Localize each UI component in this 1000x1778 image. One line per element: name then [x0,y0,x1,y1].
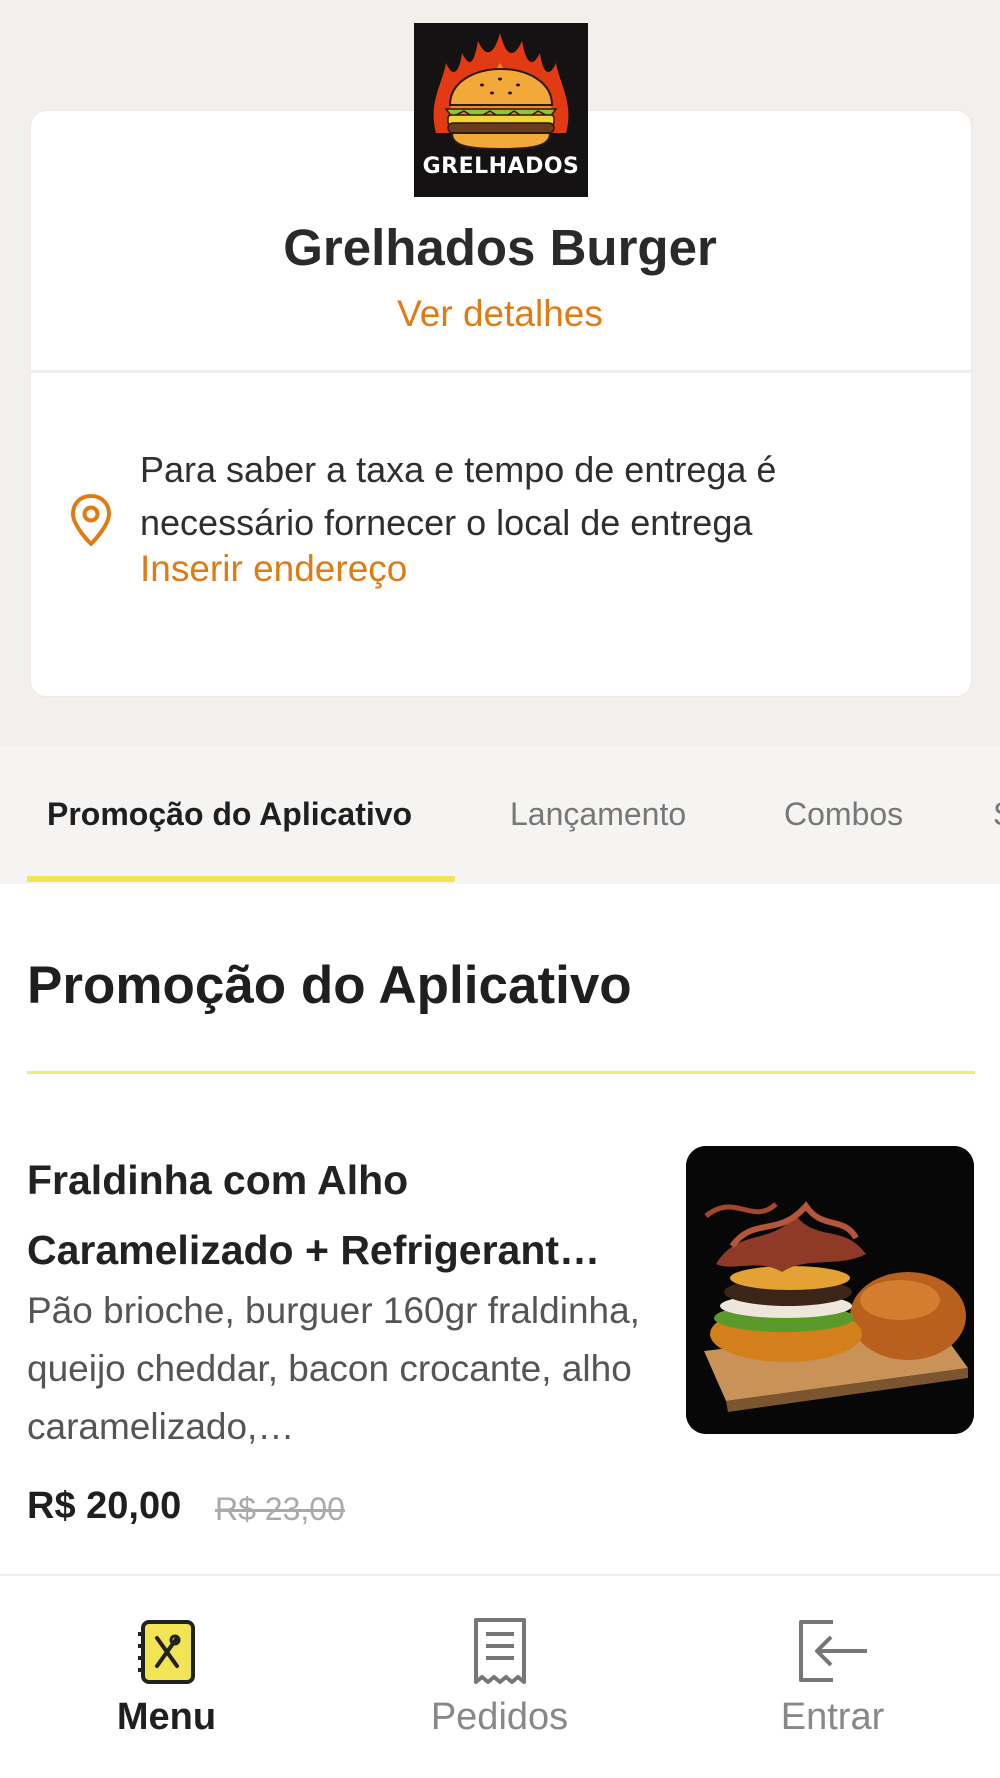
delivery-info-text: Para saber a taxa e tempo de entrega é n… [140,449,777,543]
store-card [30,110,972,697]
tab-promocao-do-aplicativo[interactable]: Promoção do Aplicativo [47,796,412,833]
bottom-navigation: Menu Pedidos Entrar [0,1574,1000,1778]
section-divider [27,1071,975,1074]
receipt-icon [473,1618,526,1684]
location-pin-icon [71,494,111,546]
tab-next-category[interactable]: S [993,796,1000,833]
burger-photo [686,1146,974,1434]
product-old-price: R$ 23,00 [215,1491,345,1527]
card-divider [30,370,972,373]
login-icon [798,1620,867,1682]
logo-wordmark: GRELHADOS [422,154,580,179]
nav-pedidos-label: Pedidos [430,1696,569,1738]
nav-menu-label: Menu [116,1696,217,1738]
product-price: R$ 20,00 [27,1485,182,1527]
tab-lancamento[interactable]: Lançamento [510,796,686,833]
nav-entrar[interactable]: Entrar [666,1576,999,1778]
active-tab-indicator [27,876,455,882]
product-name: Fraldinha com Alho Caramelizado + Refrig… [27,1157,601,1273]
store-logo: GRELHADOS [414,23,588,197]
nav-pedidos[interactable]: Pedidos [333,1576,666,1778]
menu-book-icon [137,1620,195,1684]
insert-address-link[interactable]: Inserir endereço [140,548,407,590]
product-image [686,1146,974,1434]
view-details-link[interactable]: Ver detalhes [0,293,1000,335]
store-name: Grelhados Burger [283,219,717,276]
nav-menu[interactable]: Menu [0,1576,333,1778]
tab-combos[interactable]: Combos [784,796,903,833]
category-tabs: Promoção do Aplicativo Lançamento Combos… [0,746,1000,884]
product-description: Pão brioche, burguer 160gr fraldinha, qu… [27,1290,640,1447]
nav-entrar-label: Entrar [780,1696,885,1738]
section-title: Promoção do Aplicativo [27,956,632,1015]
